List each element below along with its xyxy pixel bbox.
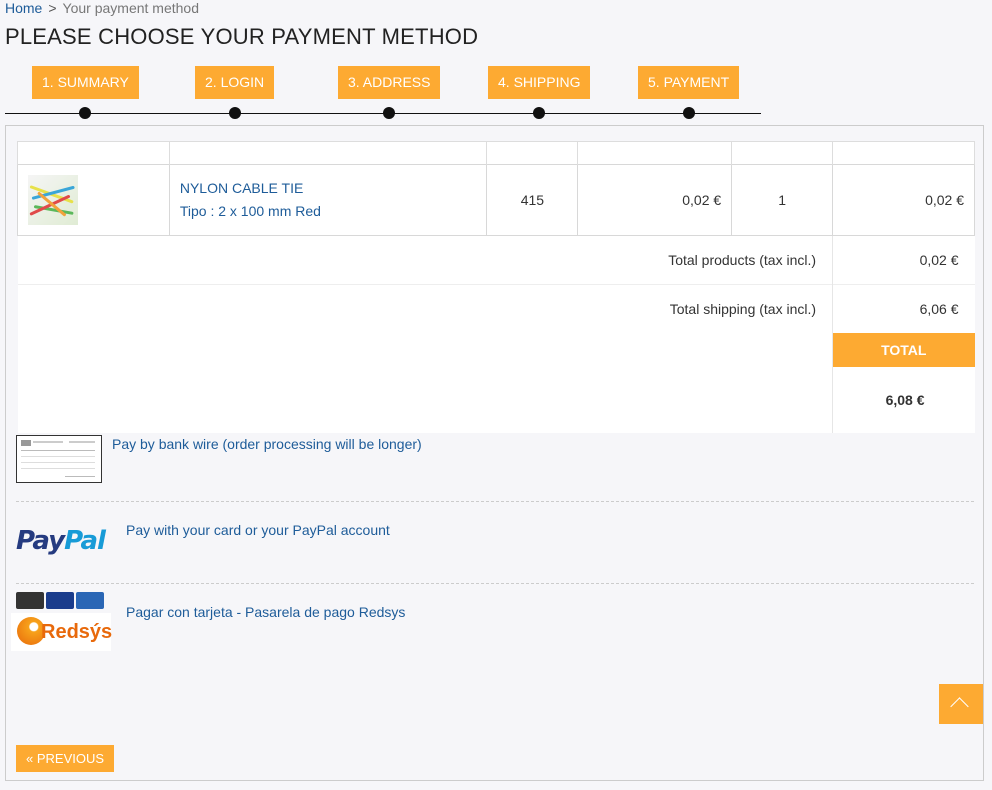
page-title: PLEASE CHOOSE YOUR PAYMENT METHOD [5, 24, 479, 49]
total-shipping-label: Total shipping (tax incl.) [17, 284, 833, 333]
chevron-up-icon [950, 697, 969, 716]
total-row: TOTAL [17, 333, 975, 433]
total-products-label: Total products (tax incl.) [17, 235, 833, 285]
step-payment: 5. PAYMENT [638, 66, 740, 119]
redsys-logo-icon[interactable]: Redsýs [11, 613, 113, 651]
product-variant-link[interactable]: Tipo : 2 x 100 mm Red [180, 200, 487, 223]
paypal-logo-text-b: Pal [64, 526, 106, 556]
payment-option-redsys[interactable]: Redsýs Pagar con tarjeta - Pasarela de p… [11, 592, 974, 662]
previous-button[interactable]: « PREVIOUS [16, 745, 115, 772]
scroll-to-top-button[interactable] [939, 684, 983, 724]
product-reference: 415 [486, 164, 579, 236]
step-login[interactable]: 2. LOGIN [195, 66, 275, 119]
total-label: TOTAL [832, 333, 975, 367]
breadcrumb-home-link[interactable]: Home [5, 0, 42, 16]
visa-icon [46, 592, 74, 609]
step-label: 4. SHIPPING [488, 66, 591, 99]
total-products-row: Total products (tax incl.) 0,02 € [17, 235, 975, 285]
step-summary[interactable]: 1. SUMMARY [32, 66, 139, 119]
paypal-logo-icon[interactable]: PayPal [16, 526, 106, 556]
breadcrumb-separator: > [48, 0, 57, 16]
total-products-value: 0,02 € [832, 235, 975, 285]
step-label: 5. PAYMENT [638, 66, 740, 99]
payment-option-bankwire[interactable]: Pay by bank wire (order processing will … [16, 435, 974, 502]
breadcrumb: Home > Your payment method [5, 0, 199, 16]
step-label: 2. LOGIN [195, 66, 275, 99]
table-header-row [17, 141, 975, 165]
product-unit-price: 0,02 € [577, 164, 733, 236]
bankwire-icon[interactable] [16, 435, 102, 483]
product-thumbnail[interactable] [28, 175, 78, 225]
step-dot [682, 107, 695, 119]
product-name-cell: NYLON CABLE TIE Tipo : 2 x 100 mm Red [168, 164, 488, 236]
total-shipping-row: Total shipping (tax incl.) 6,06 € [17, 284, 975, 333]
payment-option-paypal[interactable]: PayPal Pay with your card or your PayPal… [16, 502, 974, 584]
step-dot [533, 107, 546, 119]
paypal-link[interactable]: Pay with your card or your PayPal accoun… [126, 522, 390, 538]
product-image-cell [17, 164, 170, 236]
step-dot [228, 107, 241, 119]
breadcrumb-current: Your payment method [62, 0, 200, 16]
product-name-link[interactable]: NYLON CABLE TIE [180, 177, 487, 200]
step-shipping[interactable]: 4. SHIPPING [488, 66, 591, 119]
step-address[interactable]: 3. ADDRESS [338, 66, 441, 119]
cart-summary-table: NYLON CABLE TIE Tipo : 2 x 100 mm Red 41… [17, 141, 975, 433]
step-label: 3. ADDRESS [338, 66, 441, 99]
maestro-icon [76, 592, 104, 609]
payment-panel: NYLON CABLE TIE Tipo : 2 x 100 mm Red 41… [5, 125, 984, 781]
step-label: 1. SUMMARY [32, 66, 139, 99]
table-row: NYLON CABLE TIE Tipo : 2 x 100 mm Red 41… [17, 164, 975, 236]
total-value: 6,08 € [832, 367, 975, 433]
step-dot [383, 107, 396, 119]
mastercard-icon [16, 592, 44, 609]
product-total: 0,02 € [832, 164, 975, 236]
checkout-steps: 1. SUMMARY 2. LOGIN 3. ADDRESS 4. SHIPPI… [5, 66, 761, 122]
redsys-link[interactable]: Pagar con tarjeta - Pasarela de pago Red… [126, 604, 405, 620]
product-quantity: 1 [731, 164, 834, 236]
paypal-logo-text-a: Pay [16, 526, 65, 556]
bankwire-link[interactable]: Pay by bank wire (order processing will … [112, 436, 422, 452]
total-shipping-value: 6,06 € [832, 284, 975, 333]
step-dot [79, 107, 92, 119]
redsys-logo-text: Redsýs [41, 621, 113, 643]
